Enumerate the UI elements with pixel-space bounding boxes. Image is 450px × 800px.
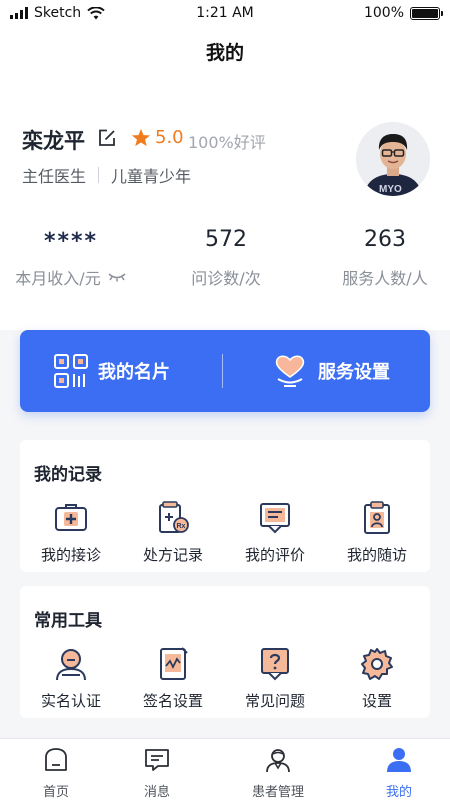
section-title: 常用工具 — [34, 611, 102, 631]
doctor-name: 栾龙平 — [22, 129, 85, 153]
svg-text:Rx: Rx — [177, 523, 186, 530]
my-follow-ups-item[interactable]: 我的随访 — [326, 500, 428, 565]
item-label: 我的接诊 — [40, 546, 101, 564]
medical-kit-icon — [55, 504, 87, 531]
item-label: 常见问题 — [244, 692, 305, 710]
qr-code-icon — [54, 354, 88, 388]
rating-value: 5.0 — [155, 127, 184, 148]
prescription-icon: Rx — [159, 501, 189, 533]
tab-label: 首页 — [42, 785, 69, 800]
service-settings-label: 服务设置 — [318, 362, 390, 383]
department-label: 儿童青少年 — [111, 167, 192, 186]
item-label: 我的随访 — [346, 546, 407, 564]
stat-label: 服务人数/人 — [342, 269, 428, 288]
tab-label: 患者管理 — [251, 785, 304, 800]
profile-icon — [387, 748, 411, 772]
my-card-label: 我的名片 — [98, 362, 170, 383]
stat-income: **** 本月收入/元 — [1, 225, 141, 289]
section-title: 我的记录 — [34, 465, 102, 485]
verify-icon — [56, 649, 86, 681]
praise-rate: 100%好评 — [188, 133, 266, 152]
tab-home[interactable]: 首页 — [0, 747, 112, 800]
follow-up-icon — [364, 501, 390, 534]
battery-percent: 100% — [363, 5, 404, 21]
tab-profile[interactable]: 我的 — [343, 747, 450, 800]
tab-label: 我的 — [385, 785, 412, 800]
item-label: 处方记录 — [142, 546, 203, 564]
status-right: 100% — [363, 5, 443, 21]
item-label: 实名认证 — [40, 692, 101, 710]
my-consultations-item[interactable]: 我的接诊 — [20, 500, 122, 565]
status-bar: Sketch 1:21 AM 100% — [0, 0, 450, 28]
my-reviews-item[interactable]: 我的评价 — [224, 500, 326, 565]
faq-icon — [261, 648, 289, 681]
stat-label-row: 本月收入/元 — [1, 265, 141, 289]
page-title: 我的 — [205, 42, 244, 64]
signature-settings-item[interactable]: 签名设置 — [122, 646, 224, 711]
item-label: 签名设置 — [142, 692, 203, 710]
item-label: 我的评价 — [244, 546, 305, 564]
position-label: 主任医生 — [22, 167, 87, 186]
edit-icon[interactable] — [97, 128, 117, 148]
divider — [98, 167, 100, 183]
stat-label: 问诊数/次 — [191, 269, 261, 288]
avatar-photo: MYO — [356, 122, 430, 196]
avatar[interactable]: MYO — [356, 122, 430, 196]
item-label: 设置 — [361, 692, 392, 710]
review-icon — [260, 503, 290, 534]
prescription-records-item[interactable]: Rx 处方记录 — [122, 500, 224, 565]
home-icon — [45, 748, 67, 771]
stat-patients-served: 263 服务人数/人 — [315, 225, 450, 289]
stat-value: 572 — [205, 227, 247, 252]
common-tools-section: 常用工具 实名认证 签名设置 常见问题 设置 — [20, 586, 430, 718]
stat-label: 本月收入/元 — [15, 269, 101, 288]
stat-value: **** — [43, 229, 99, 254]
tab-label: 消息 — [143, 785, 170, 800]
my-records-section: 我的记录 我的接诊 Rx 处方记录 我的评价 我的随访 — [20, 440, 430, 572]
stat-consultations: 572 问诊数/次 — [156, 225, 296, 289]
quick-actions-card: 我的名片 服务设置 — [20, 330, 430, 412]
real-name-verification-item[interactable]: 实名认证 — [20, 646, 122, 711]
battery-icon — [410, 6, 443, 20]
bottom-tab-bar: 首页 消息 患者管理 我的 — [0, 738, 450, 800]
star-icon — [131, 128, 151, 147]
patient-icon — [266, 749, 290, 773]
tab-patient-management[interactable]: 患者管理 — [222, 747, 334, 800]
stat-value: 263 — [364, 227, 406, 252]
message-icon — [145, 749, 169, 771]
eye-closed-icon[interactable] — [107, 272, 127, 282]
svg-text:MYO: MYO — [379, 184, 402, 195]
tab-messages[interactable]: 消息 — [101, 747, 213, 800]
divider — [222, 354, 223, 388]
heart-hand-icon — [275, 355, 305, 387]
gear-icon — [361, 648, 393, 680]
faq-item[interactable]: 常见问题 — [224, 646, 326, 711]
doctor-title: 主任医生 儿童青少年 — [22, 163, 191, 187]
rating: 5.0 — [131, 127, 184, 148]
settings-item[interactable]: 设置 — [326, 646, 428, 711]
signature-icon — [160, 647, 188, 680]
service-settings-button[interactable]: 服务设置 — [272, 330, 390, 412]
my-card-button[interactable]: 我的名片 — [54, 330, 170, 412]
